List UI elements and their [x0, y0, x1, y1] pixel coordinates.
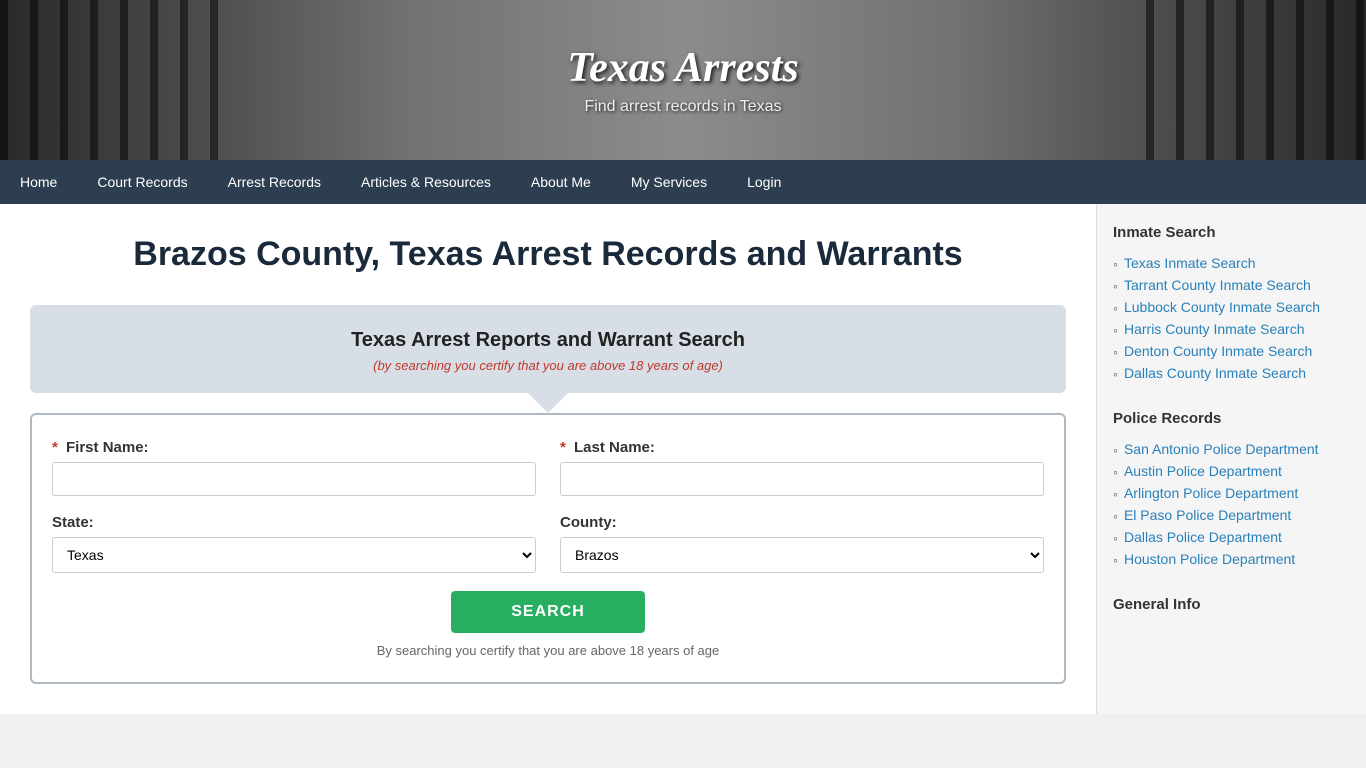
list-item: El Paso Police Department	[1113, 507, 1350, 524]
site-title: Texas Arrests	[567, 44, 798, 92]
search-box-title: Texas Arrest Reports and Warrant Search	[50, 329, 1046, 352]
name-row: * First Name: * Last Name:	[52, 439, 1044, 496]
police-link-san-antonio[interactable]: San Antonio Police Department	[1124, 441, 1319, 457]
location-row: State: Texas Alabama Alaska Arizona Arka…	[52, 514, 1044, 573]
police-link-dallas[interactable]: Dallas Police Department	[1124, 529, 1282, 545]
sidebar-general-info: General Info	[1113, 596, 1350, 617]
header-bars-left	[0, 0, 220, 160]
inmate-link-denton[interactable]: Denton County Inmate Search	[1124, 343, 1312, 359]
inmate-link-texas[interactable]: Texas Inmate Search	[1124, 255, 1256, 271]
list-item: Houston Police Department	[1113, 551, 1350, 568]
inmate-search-list: Texas Inmate Search Tarrant County Inmat…	[1113, 255, 1350, 382]
county-label: County:	[560, 514, 1044, 531]
police-link-el-paso[interactable]: El Paso Police Department	[1124, 507, 1291, 523]
general-info-heading: General Info	[1113, 596, 1350, 617]
state-select[interactable]: Texas Alabama Alaska Arizona Arkansas Ca…	[52, 537, 536, 573]
inmate-link-lubbock[interactable]: Lubbock County Inmate Search	[1124, 299, 1320, 315]
police-records-list: San Antonio Police Department Austin Pol…	[1113, 441, 1350, 568]
county-select[interactable]: Brazos Harris Dallas Tarrant Bexar Travi…	[560, 537, 1044, 573]
inmate-link-harris[interactable]: Harris County Inmate Search	[1124, 321, 1305, 337]
list-item: Arlington Police Department	[1113, 485, 1350, 502]
first-name-input[interactable]	[52, 462, 536, 496]
list-item: Lubbock County Inmate Search	[1113, 299, 1350, 316]
last-name-group: * Last Name:	[560, 439, 1044, 496]
main-content: Brazos County, Texas Arrest Records and …	[0, 204, 1096, 714]
list-item: Denton County Inmate Search	[1113, 343, 1350, 360]
header-content: Texas Arrests Find arrest records in Tex…	[567, 44, 798, 116]
page-wrapper: Brazos County, Texas Arrest Records and …	[0, 204, 1366, 714]
inmate-link-tarrant[interactable]: Tarrant County Inmate Search	[1124, 277, 1311, 293]
list-item: Dallas Police Department	[1113, 529, 1350, 546]
police-records-heading: Police Records	[1113, 410, 1350, 431]
nav-court-records[interactable]: Court Records	[77, 160, 207, 204]
site-header: Texas Arrests Find arrest records in Tex…	[0, 0, 1366, 160]
nav-articles[interactable]: Articles & Resources	[341, 160, 511, 204]
nav-login[interactable]: Login	[727, 160, 801, 204]
first-name-group: * First Name:	[52, 439, 536, 496]
last-name-label: * Last Name:	[560, 439, 1044, 456]
sidebar: Inmate Search Texas Inmate Search Tarran…	[1096, 204, 1366, 714]
state-label: State:	[52, 514, 536, 531]
page-title: Brazos County, Texas Arrest Records and …	[30, 234, 1066, 275]
state-group: State: Texas Alabama Alaska Arizona Arka…	[52, 514, 536, 573]
last-name-required: *	[560, 439, 566, 456]
county-group: County: Brazos Harris Dallas Tarrant Bex…	[560, 514, 1044, 573]
list-item: Tarrant County Inmate Search	[1113, 277, 1350, 294]
first-name-required: *	[52, 439, 58, 456]
search-box-notice: (by searching you certify that you are a…	[50, 358, 1046, 373]
police-link-austin[interactable]: Austin Police Department	[1124, 463, 1282, 479]
list-item: Austin Police Department	[1113, 463, 1350, 480]
police-link-arlington[interactable]: Arlington Police Department	[1124, 485, 1298, 501]
last-name-input[interactable]	[560, 462, 1044, 496]
inmate-search-heading: Inmate Search	[1113, 224, 1350, 245]
list-item: Dallas County Inmate Search	[1113, 365, 1350, 382]
inmate-link-dallas[interactable]: Dallas County Inmate Search	[1124, 365, 1306, 381]
first-name-label: * First Name:	[52, 439, 536, 456]
nav-home[interactable]: Home	[0, 160, 77, 204]
list-item: Texas Inmate Search	[1113, 255, 1350, 272]
search-box-outer: Texas Arrest Reports and Warrant Search …	[30, 305, 1066, 393]
search-button[interactable]: SEARCH	[451, 591, 645, 633]
form-footer-note: By searching you certify that you are ab…	[52, 643, 1044, 658]
sidebar-inmate-search: Inmate Search Texas Inmate Search Tarran…	[1113, 224, 1350, 382]
nav-about-me[interactable]: About Me	[511, 160, 611, 204]
sidebar-police-records: Police Records San Antonio Police Depart…	[1113, 410, 1350, 568]
site-subtitle: Find arrest records in Texas	[567, 98, 798, 116]
header-bars-right	[1146, 0, 1366, 160]
nav-arrest-records[interactable]: Arrest Records	[208, 160, 341, 204]
police-link-houston[interactable]: Houston Police Department	[1124, 551, 1295, 567]
list-item: San Antonio Police Department	[1113, 441, 1350, 458]
main-nav: Home Court Records Arrest Records Articl…	[0, 160, 1366, 204]
search-form: * First Name: * Last Name: State:	[30, 413, 1066, 684]
list-item: Harris County Inmate Search	[1113, 321, 1350, 338]
arrow-down	[528, 393, 568, 413]
nav-services[interactable]: My Services	[611, 160, 727, 204]
